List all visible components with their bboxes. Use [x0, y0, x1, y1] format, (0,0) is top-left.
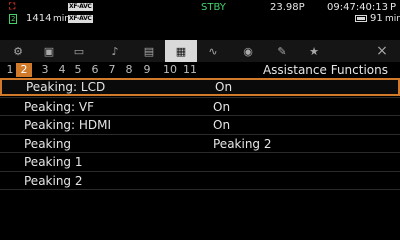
- menu-item[interactable]: Peaking 1: [0, 152, 400, 171]
- monitoring-icon[interactable]: ▤: [136, 40, 162, 62]
- divider: [0, 189, 400, 190]
- page-number-5[interactable]: 5: [71, 63, 85, 77]
- battery-time: 91: [370, 13, 383, 24]
- recording-setup-icon[interactable]: ▭: [66, 40, 92, 62]
- menu-item[interactable]: Peaking: LCD On: [0, 78, 400, 96]
- page-selector: Assistance Functions 1 2 3 4 5 6 7 8 9 10 11: [0, 62, 400, 78]
- menu-item[interactable]: Peaking 2: [0, 171, 400, 190]
- page-number-6[interactable]: 6: [88, 63, 102, 77]
- page-number-3[interactable]: 3: [38, 63, 52, 77]
- section-title: Assistance Functions: [262, 63, 388, 77]
- sd-card-icon: 2: [9, 14, 17, 24]
- battery-icon: [355, 15, 367, 22]
- page-number-10[interactable]: 10: [160, 63, 180, 77]
- page-number-11[interactable]: 11: [180, 63, 200, 77]
- menu-item-value: Peaking 2: [213, 137, 272, 151]
- menu-tab-bar: × ⚙ ▣ ▭ ♪ ▤ ▦ ∿ ◉ ✎ ★: [0, 40, 400, 62]
- my-menu-icon[interactable]: ★: [301, 40, 327, 62]
- page-number-1[interactable]: 1: [3, 63, 17, 77]
- menu-item[interactable]: Peaking Peaking 2: [0, 134, 400, 153]
- menu-item-label: Peaking: VF: [24, 100, 95, 114]
- timecode-suffix: P: [390, 2, 397, 13]
- page-number-7[interactable]: 7: [105, 63, 119, 77]
- page-number-2[interactable]: 2: [16, 63, 32, 77]
- camera-settings-icon[interactable]: ⚙: [5, 40, 31, 62]
- format-badge-top: XF-AVC: [68, 3, 93, 11]
- camera-rec-icon: ⛶: [9, 2, 16, 12]
- menu-item[interactable]: Peaking: VF On: [0, 97, 400, 116]
- menu-item[interactable]: Peaking: HDMI On: [0, 115, 400, 134]
- network-icon[interactable]: ◉: [235, 40, 261, 62]
- format-badge-bottom: XF-AVC: [68, 15, 93, 23]
- menu-item-value: On: [213, 118, 231, 132]
- menu-item-label: Peaking 1: [24, 155, 83, 169]
- menu-item-label: Peaking: HDMI: [24, 118, 112, 132]
- page-number-8[interactable]: 8: [122, 63, 136, 77]
- system-setup-icon[interactable]: ✎: [269, 40, 295, 62]
- frame-rate: 23.98P: [270, 2, 305, 13]
- menu-item-label: Peaking: LCD: [26, 80, 106, 94]
- mode-indicator: STBY: [201, 2, 226, 13]
- menu-item-label: Peaking: [24, 137, 72, 151]
- menu-item-label: Peaking 2: [24, 174, 83, 188]
- menu-item-value: On: [213, 100, 231, 114]
- page-number-9[interactable]: 9: [140, 63, 154, 77]
- status-bar: ⛶ 2 XF-AVC 1414 min XF-AVC STBY 23.98P 0…: [0, 0, 400, 34]
- menu-item-value: On: [215, 80, 233, 94]
- custom-picture-icon[interactable]: ▣: [36, 40, 62, 62]
- waveform-icon[interactable]: ∿: [200, 40, 226, 62]
- page-number-4[interactable]: 4: [55, 63, 69, 77]
- timecode: 09:47:40:13: [327, 2, 389, 13]
- remaining-time: 1414: [26, 13, 52, 24]
- close-icon[interactable]: ×: [368, 40, 396, 62]
- assistance-functions-icon[interactable]: ▦: [165, 40, 197, 62]
- audio-setup-icon[interactable]: ♪: [102, 40, 128, 62]
- battery-unit: min: [385, 14, 400, 24]
